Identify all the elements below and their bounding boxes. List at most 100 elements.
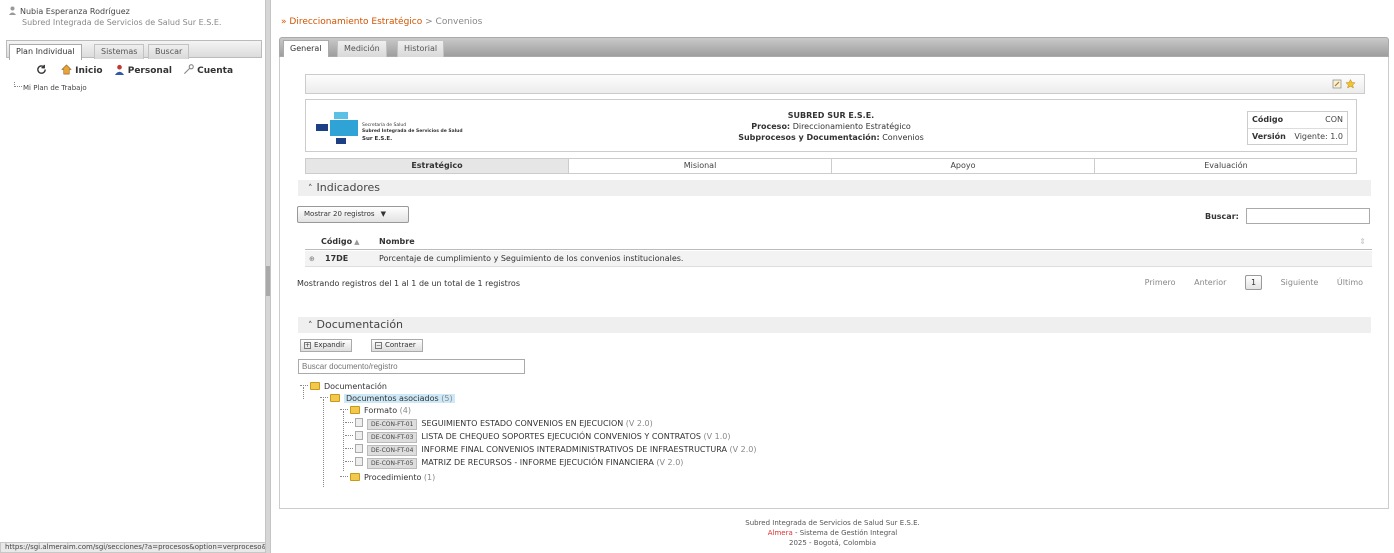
footer-system: - Sistema de Gestión Integral — [792, 529, 898, 537]
minus-icon: − — [375, 342, 382, 349]
pager-next[interactable]: Siguiente — [1281, 278, 1319, 287]
tree-item-plan[interactable]: Mi Plan de Trabajo — [23, 84, 87, 92]
tree-node-doc[interactable]: DE-CON-FT-05 MATRIZ DE RECURSOS - INFORME… — [345, 457, 683, 469]
pager-first[interactable]: Primero — [1145, 278, 1176, 287]
expand-button[interactable]: + Expandir — [300, 339, 353, 352]
breadcrumb-current: Convenios — [435, 17, 483, 27]
category-apoyo[interactable]: Apoyo — [832, 159, 1095, 173]
nav-cuenta[interactable]: Cuenta — [183, 64, 233, 76]
search-input[interactable] — [1246, 208, 1370, 224]
footer-brand[interactable]: Almera — [768, 529, 793, 537]
nav-cuenta-label: Cuenta — [197, 66, 234, 76]
tree-node-root[interactable]: Documentación — [300, 381, 387, 393]
tab-buscar[interactable]: Buscar — [148, 44, 190, 59]
tree-node-doc[interactable]: DE-CON-FT-01 SEGUIMIENTO ESTADO CONVENIOS… — [345, 418, 653, 430]
refresh-icon — [37, 64, 46, 74]
table-header: Código ▲ Nombre ⇕ — [305, 234, 1372, 250]
section-documentacion[interactable]: ˄ Documentación — [298, 317, 1371, 333]
records-info: Mostrando registros del 1 al 1 de un tot… — [297, 279, 520, 288]
footer-org: Subred Integrada de Servicios de Salud S… — [745, 519, 920, 527]
folder-icon — [350, 406, 360, 414]
doc-name: SEGUIMIENTO ESTADO CONVENIOS EN EJECUCIO… — [421, 419, 624, 428]
show-records-select[interactable]: Mostrar 20 registros ▼ — [297, 206, 409, 223]
tab-plan-individual[interactable]: Plan Individual — [9, 44, 82, 60]
logo-line3: Sur E.S.E. — [362, 136, 393, 142]
tree-branch — [340, 476, 348, 477]
expand-row-icon[interactable]: ⊕ — [309, 251, 315, 267]
doc-code: DE-CON-FT-01 — [367, 419, 418, 430]
assoc-label: Documentos asociados — [346, 394, 439, 403]
tree-branch — [345, 461, 353, 462]
code-version-box: Código CON Versión Vigente: 1.0 — [1247, 111, 1348, 145]
user-org: Subred Integrada de Servicios de Salud S… — [22, 18, 222, 27]
tab-medicion[interactable]: Medición — [337, 40, 387, 57]
tree-branch — [345, 435, 353, 436]
tree-node-doc[interactable]: DE-CON-FT-04 INFORME FINAL CONVENIOS INTE… — [345, 444, 757, 456]
toolbar — [305, 74, 1365, 94]
category-evaluacion[interactable]: Evaluación — [1095, 159, 1357, 173]
doc-version: (V 2.0) — [656, 458, 684, 467]
pager-page[interactable]: 1 — [1244, 275, 1263, 290]
subprocesos-label: Subprocesos y Documentación: — [738, 133, 880, 142]
logo-line2: Subred Integrada de Servicios de Salud — [362, 129, 463, 134]
tree-node-documentos-asociados[interactable]: Documentos asociados (5) — [320, 393, 455, 405]
left-tree: Mi Plan de Trabajo — [14, 82, 87, 92]
codigo-label: Código — [1252, 115, 1284, 124]
pager-last[interactable]: Último — [1337, 278, 1363, 287]
category-misional[interactable]: Misional — [569, 159, 832, 173]
nav-inicio[interactable]: Inicio — [61, 64, 103, 76]
home-icon — [61, 64, 72, 75]
tab-general[interactable]: General — [283, 40, 329, 57]
sort-icon: ⇕ — [1359, 237, 1366, 246]
pager-prev[interactable]: Anterior — [1194, 278, 1226, 287]
splitter-grip[interactable] — [266, 266, 270, 296]
col-codigo[interactable]: Código ▲ — [321, 234, 359, 250]
doc-version: (V 2.0) — [625, 419, 653, 428]
footer: Subred Integrada de Servicios de Salud S… — [271, 518, 1394, 548]
doc-name: MATRIZ DE RECURSOS - INFORME EJECUCIÓN F… — [421, 458, 654, 467]
left-tabbar: Plan Individual Sistemas Buscar — [6, 40, 262, 60]
category-bar: Estratégico Misional Apoyo Evaluación — [305, 158, 1357, 174]
tab-historial[interactable]: Historial — [397, 40, 445, 57]
table-row[interactable]: ⊕ 17DE Porcentaje de cumplimiento y Segu… — [305, 251, 1372, 267]
col-codigo-label: Código — [321, 237, 353, 246]
star-icon[interactable] — [1345, 78, 1356, 89]
left-sidebar: Nubia Esperanza Rodríguez Subred Integra… — [0, 0, 378, 553]
tree-branch — [345, 422, 353, 423]
edit-icon[interactable] — [1332, 79, 1342, 89]
user-icon — [8, 6, 17, 15]
subprocesos-value: Convenios — [882, 133, 924, 142]
tree-node-doc[interactable]: DE-CON-FT-03 LISTA DE CHEQUEO SOPORTES EJ… — [345, 431, 730, 443]
proceso-label: Proceso: — [751, 122, 791, 131]
tree-branch — [320, 397, 328, 398]
main-content: » Direccionamiento Estratégico > Conveni… — [271, 0, 1394, 553]
tab-sistemas[interactable]: Sistemas — [94, 44, 145, 59]
formato-count: (4) — [399, 406, 411, 415]
category-estrategico[interactable]: Estratégico — [306, 159, 569, 173]
doc-version: (V 2.0) — [729, 445, 757, 454]
logo-line1: Secretaría de Salud — [362, 123, 407, 128]
procedimiento-count: (1) — [423, 473, 436, 482]
section-indicadores[interactable]: ˄ Indicadores — [298, 180, 1371, 196]
indicadores-title: Indicadores — [316, 181, 381, 194]
collapse-chevron-icon: ˄ — [308, 321, 313, 331]
col-nombre[interactable]: Nombre — [379, 234, 415, 250]
entity-name: SUBRED SUR E.S.E. — [787, 111, 875, 120]
breadcrumb-parent[interactable]: Direccionamiento Estratégico — [289, 17, 422, 27]
tree-branch — [340, 409, 348, 410]
nav-personal[interactable]: Personal — [114, 64, 172, 76]
documentacion-title: Documentación — [316, 318, 404, 331]
expand-label: Expandir — [314, 341, 346, 349]
collapse-button[interactable]: − Contraer — [371, 339, 423, 352]
collapse-label: Contraer — [385, 341, 416, 349]
doc-name: INFORME FINAL CONVENIOS INTERADMINISTRAT… — [421, 445, 727, 454]
tree-branch — [345, 448, 353, 449]
folder-icon — [350, 473, 360, 481]
doc-search-input[interactable] — [298, 359, 525, 374]
process-header: Secretaría de Salud Subred Integrada de … — [305, 99, 1357, 152]
tree-node-procedimiento[interactable]: Procedimiento (1) — [340, 472, 435, 484]
search-label: Buscar: — [1205, 212, 1239, 221]
key-icon — [184, 64, 194, 75]
tree-node-formato[interactable]: Formato (4) — [340, 405, 411, 417]
refresh-button[interactable] — [36, 64, 50, 76]
